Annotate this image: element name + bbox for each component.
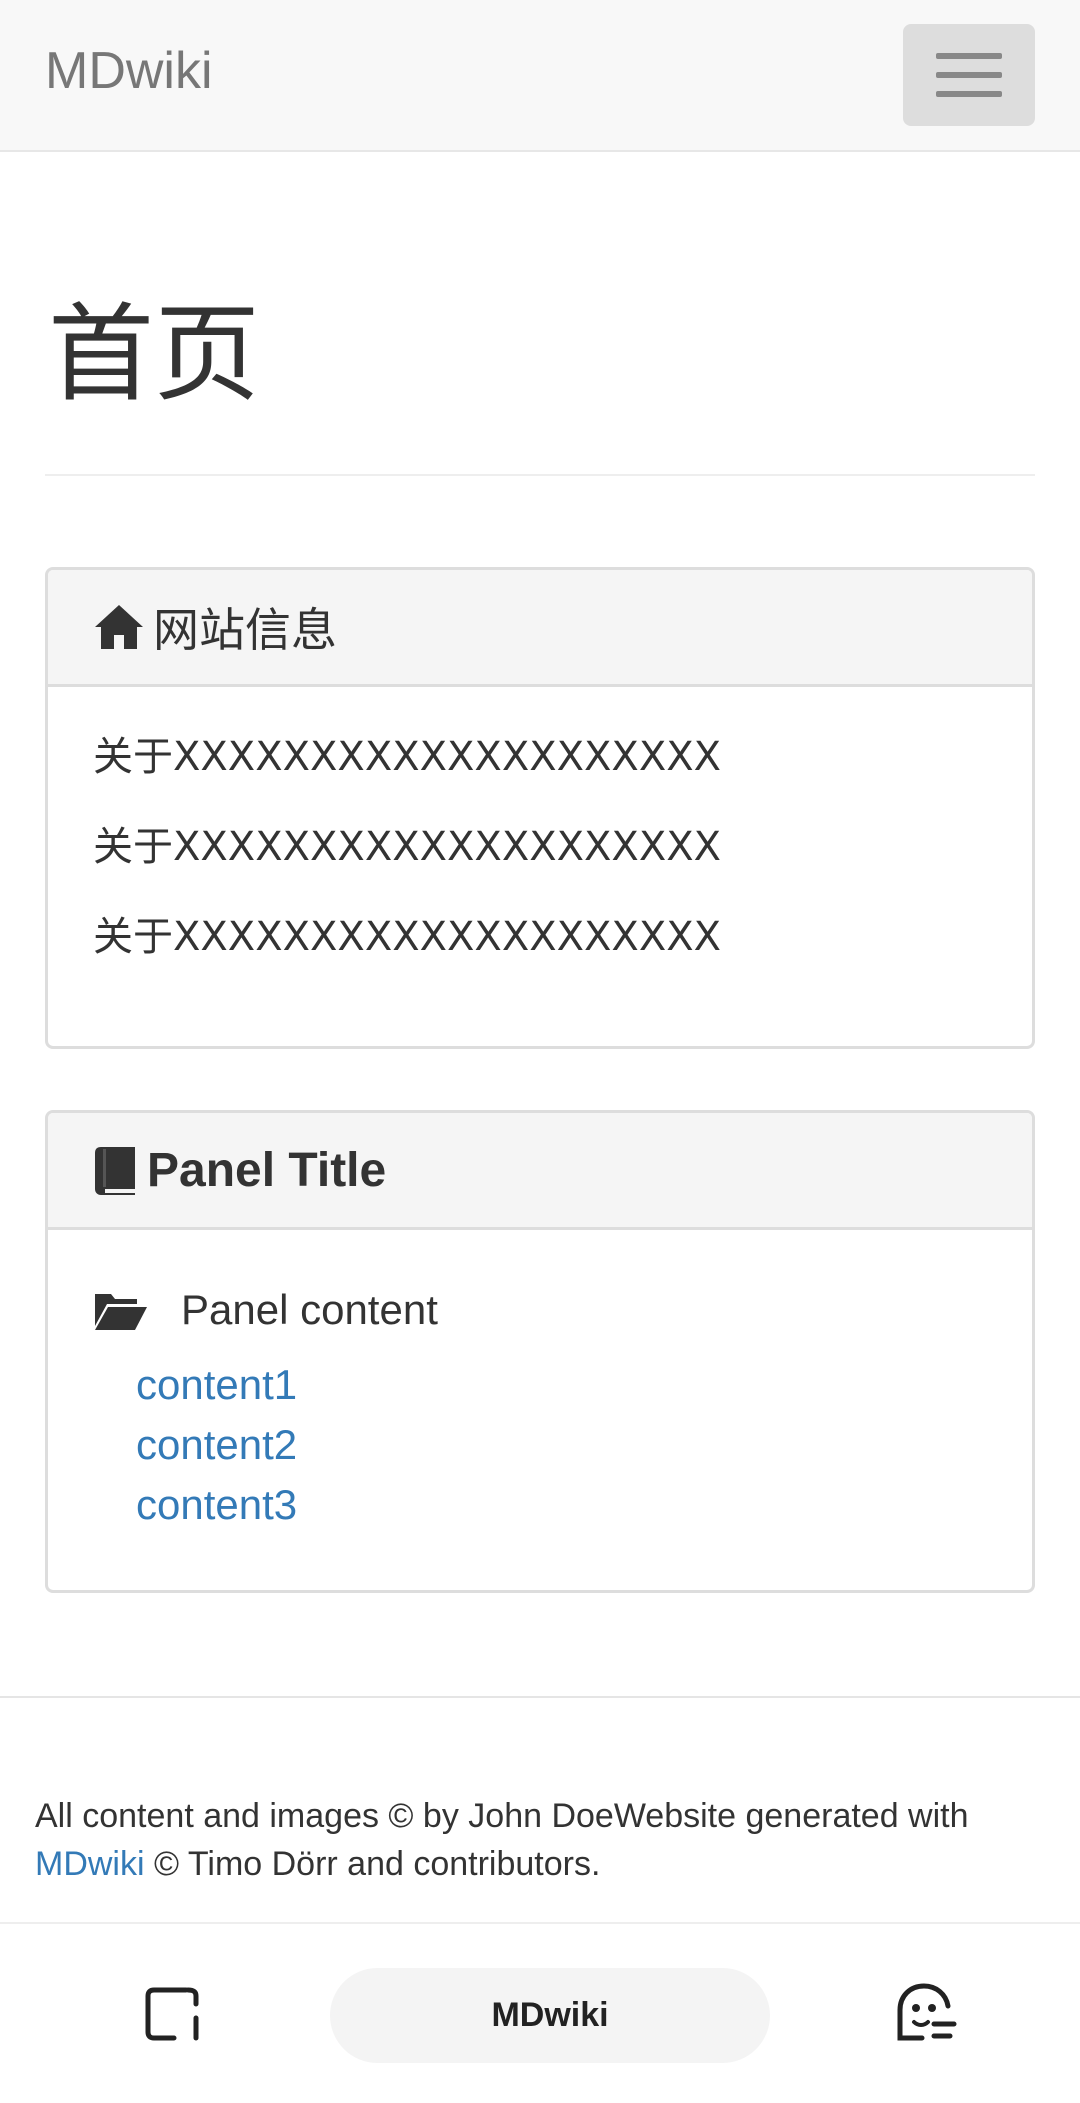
hamburger-menu-icon-bar	[936, 91, 1002, 97]
info-line: 关于XXXXXXXXXXXXXXXXXXXX	[93, 914, 722, 960]
folder-open-icon	[93, 1290, 149, 1330]
browser-bottom-bar: MDwiki	[0, 1924, 1080, 2103]
address-pill[interactable]: MDwiki	[330, 1968, 770, 2063]
footer-text: All content and images © by John DoeWebs…	[35, 1792, 1055, 1888]
footer-divider	[0, 1696, 1080, 1698]
book-icon	[93, 1145, 139, 1195]
content-section-header: Panel content	[93, 1275, 987, 1345]
navbar-toggle-button[interactable]	[903, 24, 1035, 126]
footer-credits: © Timo Dörr and contributors.	[144, 1845, 601, 1883]
site-info-panel-body: 关于XXXXXXXXXXXXXXXXXXXX 关于XXXXXXXXXXXXXXX…	[48, 687, 1032, 1002]
site-info-panel: 网站信息 关于XXXXXXXXXXXXXXXXXXXX 关于XXXXXXXXXX…	[45, 567, 1035, 1049]
page: MDwiki 首页 网站信息 关于XXXXXXXXXXXXXXXXXXXX 关于…	[0, 0, 1080, 2103]
home-icon	[93, 603, 145, 651]
site-info-panel-heading: 网站信息	[48, 570, 1032, 687]
content-panel-heading: Panel Title	[48, 1113, 1032, 1230]
content-panel-title: Panel Title	[147, 1143, 387, 1197]
site-info-panel-title: 网站信息	[153, 603, 337, 657]
info-line: 关于XXXXXXXXXXXXXXXXXXXX	[93, 734, 722, 780]
assistant-face-icon[interactable]	[890, 1980, 960, 2049]
tabs-icon[interactable]	[140, 1982, 204, 2051]
content-link[interactable]: content1	[136, 1355, 987, 1415]
footer-copyright: All content and images © by John DoeWebs…	[35, 1797, 969, 1835]
navbar-brand[interactable]: MDwiki	[45, 38, 213, 104]
content-section-label: Panel content	[181, 1286, 438, 1333]
navbar: MDwiki	[0, 0, 1080, 152]
content-panel-body: Panel content content1 content2 content3	[48, 1230, 1032, 1535]
content-panel: Panel Title Panel content content1 conte…	[45, 1110, 1035, 1593]
content-link[interactable]: content3	[136, 1475, 987, 1535]
info-line: 关于XXXXXXXXXXXXXXXXXXXX	[93, 824, 722, 870]
title-divider	[45, 474, 1035, 476]
content-link[interactable]: content2	[136, 1415, 987, 1475]
content-link-list: content1 content2 content3	[93, 1355, 987, 1535]
hamburger-menu-icon-bar	[936, 72, 1002, 78]
hamburger-menu-icon	[936, 53, 1002, 59]
page-title: 首页	[48, 293, 260, 416]
footer-mdwiki-link[interactable]: MDwiki	[35, 1845, 145, 1883]
